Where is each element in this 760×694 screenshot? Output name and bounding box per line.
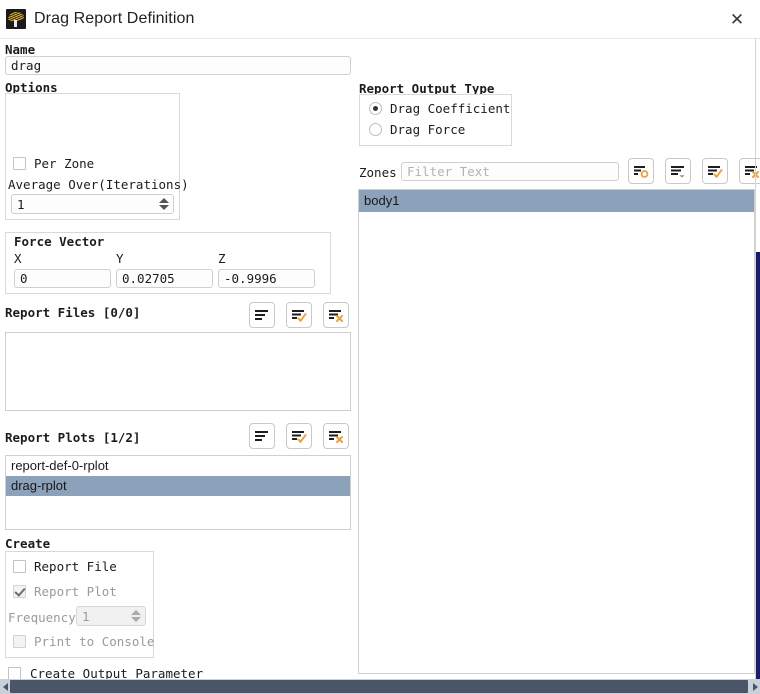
frequency-spinner[interactable]: 1 <box>76 606 146 626</box>
name-label: Name <box>5 42 36 57</box>
spinner-up-icon[interactable] <box>159 198 169 203</box>
list-x-icon[interactable] <box>323 302 349 328</box>
spinner-down-icon[interactable] <box>159 205 169 210</box>
report-plots-list[interactable]: report-def-0-rplot drag-rplot <box>5 455 351 530</box>
list-check-icon[interactable] <box>286 302 312 328</box>
report-file-checkbox[interactable]: Report File <box>13 559 117 574</box>
force-vector-y-label: Y <box>116 251 124 266</box>
drag-coefficient-radio[interactable]: Drag Coefficient <box>369 101 510 116</box>
force-vector-x-label: X <box>14 251 22 266</box>
list-x-icon[interactable] <box>739 158 760 184</box>
list-dropdown-icon-glyph <box>671 166 685 178</box>
list-check-icon[interactable] <box>702 158 728 184</box>
report-plot-check-box[interactable] <box>13 585 26 598</box>
frequency-label: Frequency <box>8 610 76 625</box>
drag-coefficient-radio-button[interactable] <box>369 102 382 115</box>
force-vector-y-input[interactable]: 0.02705 <box>116 269 213 288</box>
drag-report-definition-dialog: Drag Report Definition ✕ Name drag Optio… <box>0 0 760 694</box>
list-target-icon-glyph <box>634 166 649 178</box>
list-item[interactable]: body1 <box>359 190 754 212</box>
list-x-icon[interactable] <box>323 423 349 449</box>
list-icon-glyph <box>255 310 268 320</box>
list-x-icon-glyph <box>329 431 343 443</box>
frequency-spinner-arrows[interactable] <box>131 607 141 625</box>
list-check-icon-glyph <box>708 166 723 178</box>
report-plots-label: Report Plots [1/2] <box>5 430 141 445</box>
list-item[interactable]: drag-rplot <box>6 476 350 496</box>
vertical-scrollbar-thumb[interactable] <box>756 252 760 694</box>
print-to-console-label: Print to Console <box>34 634 155 649</box>
report-files-toolbar <box>249 302 349 328</box>
average-over-spinner-arrows[interactable] <box>159 195 169 213</box>
print-to-console-check-box[interactable] <box>13 635 26 648</box>
list-icon[interactable] <box>249 302 275 328</box>
zones-label: Zones <box>359 165 397 180</box>
drag-force-radio-button[interactable] <box>369 123 382 136</box>
report-file-check-box[interactable] <box>13 560 26 573</box>
report-files-label: Report Files [0/0] <box>5 305 141 320</box>
zones-toolbar <box>628 158 760 184</box>
force-vector-x-input[interactable]: 0 <box>14 269 111 288</box>
average-over-spinner[interactable]: 1 <box>11 194 174 214</box>
list-icon-glyph <box>255 431 268 441</box>
zones-list[interactable]: body1 <box>358 189 755 674</box>
frequency-value: 1 <box>82 608 90 624</box>
report-plot-label: Report Plot <box>34 584 117 599</box>
drag-coefficient-label: Drag Coefficient <box>390 101 511 116</box>
force-vector-z-label: Z <box>218 251 226 266</box>
name-input[interactable]: drag <box>5 56 351 75</box>
average-over-value: 1 <box>17 196 25 212</box>
list-x-icon-glyph <box>329 310 343 322</box>
force-vector-z-input[interactable]: -0.9996 <box>218 269 315 288</box>
list-check-icon[interactable] <box>286 423 312 449</box>
per-zone-check-box[interactable] <box>13 157 26 170</box>
horizontal-scrollbar-thumb[interactable] <box>10 680 748 693</box>
scroll-right-icon[interactable] <box>750 679 760 694</box>
per-zone-checkbox[interactable]: Per Zone <box>13 156 94 171</box>
spinner-down-icon[interactable] <box>131 617 141 622</box>
close-icon[interactable]: ✕ <box>722 6 752 32</box>
report-plots-toolbar <box>249 423 349 449</box>
report-files-list[interactable] <box>5 332 351 411</box>
list-check-icon-glyph <box>292 310 307 322</box>
average-over-label: Average Over(Iterations) <box>8 177 189 192</box>
list-icon[interactable] <box>249 423 275 449</box>
list-target-icon[interactable] <box>628 158 654 184</box>
list-item[interactable]: report-def-0-rplot <box>6 456 350 476</box>
window-title: Drag Report Definition <box>34 10 195 27</box>
scroll-left-icon[interactable] <box>0 679 10 694</box>
fluent-app-icon <box>6 9 26 29</box>
spinner-up-icon[interactable] <box>131 610 141 615</box>
horizontal-scrollbar[interactable] <box>0 679 760 694</box>
print-to-console-checkbox[interactable]: Print to Console <box>13 634 154 649</box>
report-file-label: Report File <box>34 559 117 574</box>
drag-force-label: Drag Force <box>390 122 466 137</box>
report-plot-checkbox[interactable]: Report Plot <box>13 584 117 599</box>
force-vector-label: Force Vector <box>11 234 108 249</box>
list-dropdown-icon[interactable] <box>665 158 691 184</box>
per-zone-label: Per Zone <box>34 156 95 171</box>
drag-force-radio[interactable]: Drag Force <box>369 122 465 137</box>
title-bar: Drag Report Definition ✕ <box>0 0 760 39</box>
create-label: Create <box>5 536 51 551</box>
list-check-icon-glyph <box>292 431 307 443</box>
zones-filter-input[interactable]: Filter Text <box>401 162 619 181</box>
list-x-icon-glyph <box>745 166 759 178</box>
